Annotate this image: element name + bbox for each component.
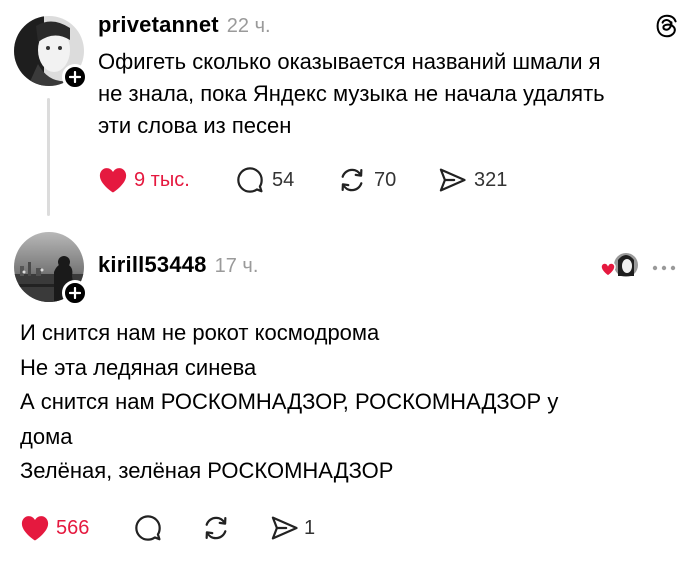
reply-text-line: дома <box>20 423 73 449</box>
post-text-line: Офигеть сколько оказывается названий шма… <box>98 49 601 74</box>
author-liked-indicator <box>600 252 640 280</box>
reply-time: 17 ч. <box>214 255 259 277</box>
reply-text-line: Зелёная, зелёная РОСКОМНАДЗОР <box>20 458 394 483</box>
plus-icon <box>69 71 81 83</box>
post-repost-count: 70 <box>374 168 397 191</box>
heart-icon <box>21 516 49 541</box>
share-icon <box>439 168 466 192</box>
post-body: Офигеть сколько оказывается названий шма… <box>98 46 678 142</box>
reply-header: kirill53448 17 ч. <box>98 252 258 278</box>
post-repost-button[interactable]: 70 <box>338 166 396 194</box>
threads-logo-icon[interactable] <box>655 14 679 38</box>
post-header: privetannet 22 ч. <box>98 12 271 38</box>
reply-like-button[interactable]: 566 <box>20 514 89 542</box>
reply-text-line: А снится нам РОСКОМНАДЗОР, РОСКОМНАДЗОР … <box>20 389 559 414</box>
follow-button-kirill53448[interactable] <box>62 280 88 306</box>
post-username[interactable]: privetannet <box>98 12 219 38</box>
post-share-button[interactable]: 321 <box>438 166 507 194</box>
plus-icon <box>69 287 81 299</box>
reply-share-button[interactable]: 1 <box>270 514 315 542</box>
comment-icon <box>135 515 161 541</box>
post-like-button[interactable]: 9 тыс. <box>98 166 190 194</box>
post-text-line: не знала, пока Яндекс музыка не начала у… <box>98 81 605 106</box>
comment-icon <box>237 167 263 193</box>
reply-share-count: 1 <box>304 516 316 539</box>
reply-repost-button[interactable] <box>202 514 230 542</box>
heart-icon <box>600 262 616 277</box>
reply-text-line: Не эта ледяная синева <box>20 354 257 380</box>
reply-text-line: И снится нам не рокот космодрома <box>20 320 380 345</box>
reply-like-count: 566 <box>56 516 90 539</box>
reply-comment-button[interactable] <box>134 514 162 542</box>
post-reply-count: 54 <box>272 168 295 191</box>
thread-line <box>47 98 50 216</box>
repost-icon <box>205 516 227 540</box>
repost-icon <box>341 168 363 192</box>
reply-body: И снится нам не рокот космодрома Не эта … <box>20 316 680 489</box>
follow-button-privetannet[interactable] <box>62 64 88 90</box>
post-like-count: 9 тыс. <box>134 168 190 191</box>
post-time: 22 ч. <box>226 15 271 37</box>
share-icon <box>271 516 298 540</box>
post-text-line: эти слова из песен <box>98 113 292 138</box>
post-reply-button[interactable]: 54 <box>236 166 294 194</box>
post-share-count: 321 <box>474 168 508 191</box>
more-icon[interactable] <box>651 260 677 271</box>
reply-username[interactable]: kirill53448 <box>98 252 207 278</box>
heart-icon <box>99 168 127 193</box>
